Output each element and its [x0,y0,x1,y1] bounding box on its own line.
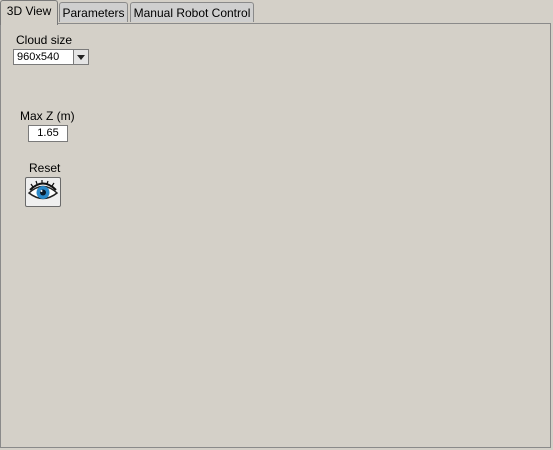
tab-parameters[interactable]: Parameters [59,2,128,22]
eye-icon [27,180,59,200]
cloud-size-value: 960x540 [17,51,60,63]
reset-button[interactable] [25,177,61,207]
chevron-down-icon[interactable] [73,50,88,64]
tab-bar: 3D View Parameters Manual Robot Control [0,0,553,25]
max-z-label: Max Z (m) [20,109,75,123]
reset-label: Reset [29,161,61,175]
max-z-input[interactable]: 1.65 [28,125,68,142]
tab-panel [0,23,551,448]
tab-3d-view[interactable]: 3D View [0,0,58,25]
tab-manual-robot-control[interactable]: Manual Robot Control [130,2,254,22]
cloud-size-select[interactable]: 960x540 [13,49,89,65]
cloud-size-label: Cloud size [16,33,73,47]
